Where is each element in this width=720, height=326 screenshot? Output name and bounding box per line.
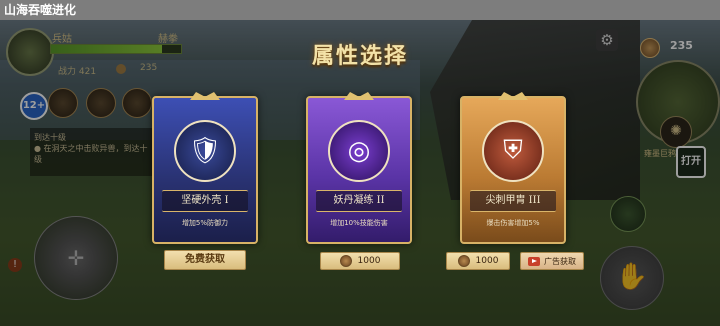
card-name: 妖丹凝练 II (316, 190, 402, 212)
video-play-icon (528, 256, 540, 266)
card-name: 坚硬外壳 I (162, 190, 248, 212)
price-label: 1000 (357, 256, 381, 266)
buy-button-card-2[interactable]: 1000 (320, 252, 400, 270)
free-get-button[interactable]: 免费获取 (164, 250, 246, 270)
price-label: 1000 (475, 256, 499, 266)
armor-icon: ⛨ (503, 135, 523, 166)
card-description: 爆击伤害增加5% (486, 219, 540, 227)
window-title: 山海吞噬进化 (0, 0, 720, 20)
card-name: 尖刺甲胄 III (470, 190, 556, 212)
ad-label: 广告获取 (544, 256, 576, 266)
card-description: 增加5%防御力 (181, 219, 229, 227)
attribute-card-1[interactable]: 🛡 坚硬外壳 I 增加5%防御力 (152, 92, 258, 244)
modal-title: 属性选择 (311, 43, 408, 69)
attribute-card-3[interactable]: ⛨ 尖刺甲胄 III 爆击伤害增加5% (460, 92, 566, 244)
ad-get-button[interactable]: 广告获取 (520, 252, 584, 270)
game-scene: 兵姑 赫拳 战力 421 235 12+ 到达十级 ● 在洞天之中击败异兽，到达… (0, 20, 720, 326)
spiral-orb-icon: ◎ (347, 136, 371, 166)
shield-cards-icon: 🛡 (188, 136, 222, 166)
coin-icon (457, 255, 470, 267)
orb-emblem: ◎ (328, 120, 390, 182)
card-description: 增加10%技能伤害 (330, 219, 388, 227)
buy-button-card-3[interactable]: 1000 (446, 252, 510, 270)
attribute-card-2[interactable]: ◎ 妖丹凝练 II 增加10%技能伤害 (306, 92, 412, 244)
shell-emblem: 🛡 (174, 120, 236, 182)
armor-emblem: ⛨ (482, 120, 544, 182)
coin-icon (339, 255, 352, 267)
